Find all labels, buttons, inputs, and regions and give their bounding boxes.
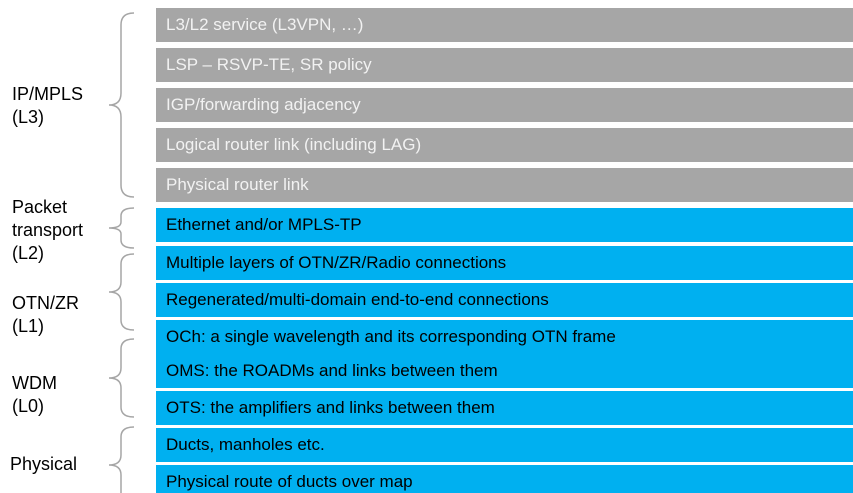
bar-ducts-manholes: Ducts, manholes etc.	[156, 428, 853, 462]
layer-label-packet-transport: Packet transport (L2)	[12, 196, 83, 265]
bar-och: OCh: a single wavelength and its corresp…	[156, 320, 853, 354]
bar-ethernet-mpls-tp: Ethernet and/or MPLS-TP	[156, 208, 853, 242]
layer-label-line: Physical	[10, 454, 78, 474]
bar-regenerated-connections: Regenerated/multi-domain end-to-end conn…	[156, 283, 853, 317]
layer-label-physical: Physical	[10, 453, 77, 476]
layer-label-line: (L3)	[12, 107, 45, 127]
layer-label-line: transport	[12, 220, 84, 240]
layer-label-line: OTN/ZR	[12, 293, 79, 313]
layer-label-wdm: WDM (L0)	[12, 372, 57, 418]
bar-physical-route: Physical route of ducts over map	[156, 465, 853, 493]
layer-label-line: (L0)	[12, 396, 45, 416]
brace-packet-transport	[108, 207, 135, 249]
brace-physical	[108, 426, 135, 493]
bar-physical-router-link: Physical router link	[156, 168, 853, 202]
bar-logical-router-link: Logical router link (including LAG)	[156, 128, 853, 162]
layer-label-line: Packet	[12, 197, 68, 217]
bar-ots: OTS: the amplifiers and links between th…	[156, 391, 853, 425]
brace-otn-zr	[108, 253, 135, 331]
bar-igp-forwarding-adjacency: IGP/forwarding adjacency	[156, 88, 853, 122]
bar-lsp: LSP – RSVP-TE, SR policy	[156, 48, 853, 82]
layer-label-line: (L1)	[12, 316, 45, 336]
bar-oms: OMS: the ROADMs and links between them	[156, 354, 853, 388]
bar-otn-zr-radio-connections: Multiple layers of OTN/ZR/Radio connecti…	[156, 246, 853, 280]
layer-label-ip-mpls: IP/MPLS (L3)	[12, 83, 83, 129]
brace-ip-mpls	[108, 12, 135, 198]
layer-label-line: WDM	[12, 373, 57, 393]
layer-label-line: IP/MPLS	[12, 84, 84, 104]
bar-l3-l2-service: L3/L2 service (L3VPN, …)	[156, 8, 853, 42]
layer-label-otn-zr: OTN/ZR (L1)	[12, 292, 79, 338]
layer-label-line: (L2)	[12, 243, 45, 263]
brace-wdm	[108, 338, 135, 418]
